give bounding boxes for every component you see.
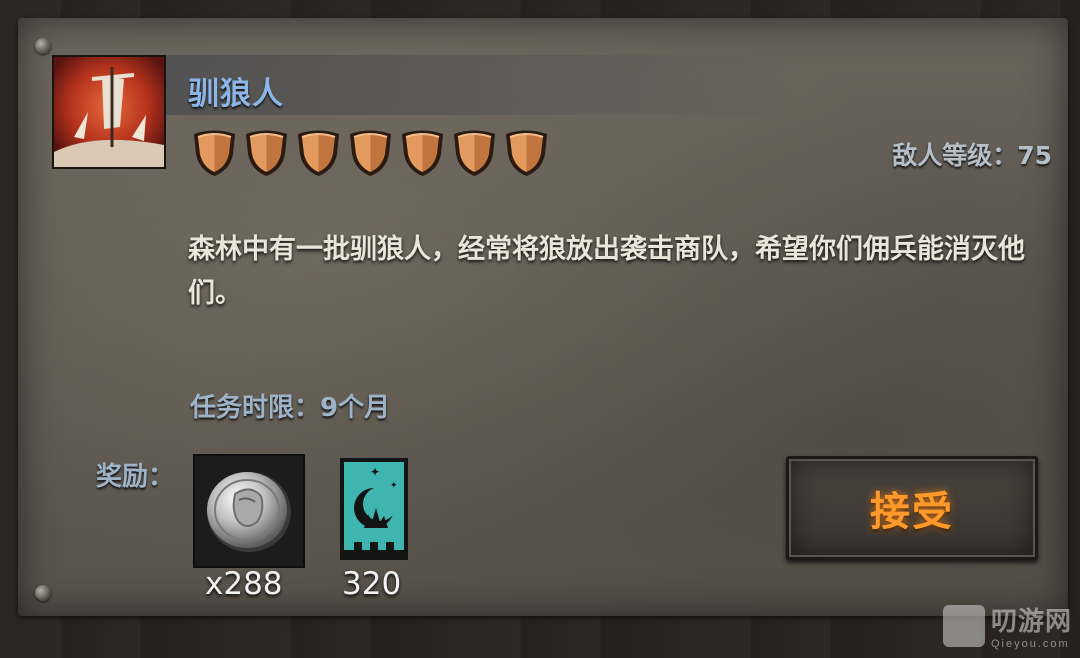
reward-count-coin: x288	[205, 566, 283, 602]
reward-item-coin[interactable]	[193, 454, 305, 568]
quest-time-limit: 任务时限：9个月	[190, 393, 391, 423]
reward-item-banner[interactable]: ✦ ✦	[340, 458, 408, 560]
shield-icon	[294, 128, 343, 178]
watermark-logo-icon	[942, 604, 985, 647]
shield-icon	[398, 128, 447, 178]
difficulty-shields	[190, 128, 551, 178]
enemy-level: 敌人等级：75	[892, 141, 1052, 170]
svg-text:✦: ✦	[390, 481, 398, 491]
shield-icon	[242, 128, 291, 178]
rivet-icon	[35, 585, 51, 601]
shield-icon	[346, 128, 395, 178]
watermark-en: Qieyou.com	[990, 638, 1070, 650]
quest-portrait	[52, 55, 166, 169]
reward-count-banner: 320	[342, 566, 402, 602]
rewards-label: 奖励：	[96, 462, 175, 492]
rivet-icon	[35, 38, 51, 54]
shield-icon	[502, 128, 551, 178]
quest-title: 驯狼人	[188, 76, 284, 112]
accept-button-label: 接受	[870, 489, 954, 535]
shield-icon	[190, 128, 239, 178]
shield-icon	[450, 128, 499, 178]
quest-description: 森林中有一批驯狼人，经常将狼放出袭击商队，希望你们佣兵能消灭他们。	[188, 234, 1025, 309]
watermark: 叨游网 Qieyou.com	[942, 601, 1072, 650]
watermark-cn: 叨游网	[990, 606, 1072, 636]
moon-banner-icon: ✦ ✦	[340, 458, 408, 560]
silver-coin-icon	[207, 472, 291, 552]
svg-text:✦: ✦	[370, 465, 380, 479]
accept-button[interactable]: 接受	[786, 456, 1038, 560]
